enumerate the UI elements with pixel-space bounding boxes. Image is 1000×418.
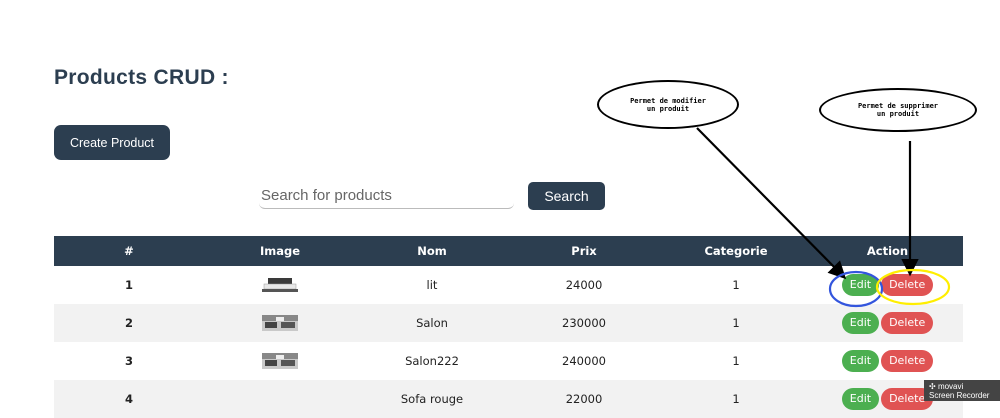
row-image-cell: [204, 266, 356, 304]
row-nom: Salon222: [405, 354, 459, 368]
edit-note-text: Permet de modifier un produit: [630, 96, 706, 113]
bed-image: [262, 277, 298, 293]
row-nom: Sofa rouge: [400, 392, 464, 406]
col-header-nom: Nom: [417, 244, 447, 258]
edit-button[interactable]: Edit: [841, 274, 880, 296]
col-header-categorie: Categorie: [704, 244, 768, 258]
row-prix: 24000: [565, 278, 603, 292]
delete-note-text: Permet de supprimer un produit: [857, 102, 939, 118]
delete-button[interactable]: Delete: [881, 312, 934, 334]
delete-button[interactable]: Delete: [881, 274, 934, 296]
living-room-image: [262, 315, 298, 331]
row-id: 3: [124, 354, 133, 368]
edit-button[interactable]: Edit: [841, 350, 880, 372]
table-row: 4 Sofa rouge 22000 1 Edit Delete: [54, 380, 963, 418]
row-image-cell: [204, 380, 356, 418]
row-image-cell: [204, 304, 356, 342]
col-header-prix: Prix: [571, 244, 597, 258]
page-title: Products CRUD :: [54, 66, 229, 89]
search-button[interactable]: Search: [528, 182, 605, 210]
delete-button[interactable]: Delete: [881, 350, 934, 372]
row-categorie: 1: [732, 278, 740, 292]
screen-recorder-watermark: ✣ movavi Screen Recorder: [924, 380, 1000, 401]
create-product-button[interactable]: Create Product: [54, 125, 170, 160]
watermark-brand: movavi: [937, 382, 964, 391]
table-header-row: # Image Nom Prix Categorie Action: [54, 236, 963, 266]
edit-button[interactable]: Edit: [841, 312, 880, 334]
row-id: 4: [124, 392, 133, 406]
row-nom: Salon: [416, 316, 448, 330]
col-header-image: Image: [259, 244, 301, 258]
row-actions: Edit Delete: [812, 342, 963, 380]
watermark-product: Screen Recorder: [929, 391, 990, 400]
living-room-image: [262, 353, 298, 369]
row-actions: Edit Delete: [812, 304, 963, 342]
col-header-action: Action: [866, 244, 909, 258]
edit-button[interactable]: Edit: [841, 388, 880, 410]
row-categorie: 1: [732, 316, 740, 330]
row-prix: 230000: [562, 316, 606, 330]
table-row: 1 lit 24000 1 Edit Delete: [54, 266, 963, 304]
row-id: 1: [124, 278, 133, 292]
row-prix: 22000: [565, 392, 603, 406]
row-categorie: 1: [732, 354, 740, 368]
table-row: 2 Salon 230000 1 Edit Delete: [54, 304, 963, 342]
col-header-id: #: [124, 244, 134, 258]
search-input[interactable]: [259, 182, 514, 209]
movavi-logo-icon: ✣: [929, 382, 936, 391]
row-id: 2: [124, 316, 133, 330]
products-table: # Image Nom Prix Categorie Action 1 lit …: [54, 236, 963, 418]
edit-note-bubble: Permet de modifier un produit: [597, 80, 739, 129]
table-row: 3 Salon222 240000 1 Edit Delete: [54, 342, 963, 380]
row-actions: Edit Delete: [812, 266, 963, 304]
row-categorie: 1: [732, 392, 740, 406]
row-prix: 240000: [562, 354, 606, 368]
row-nom: lit: [426, 278, 438, 292]
delete-note-bubble: Permet de supprimer un produit: [819, 88, 977, 132]
row-image-cell: [204, 342, 356, 380]
